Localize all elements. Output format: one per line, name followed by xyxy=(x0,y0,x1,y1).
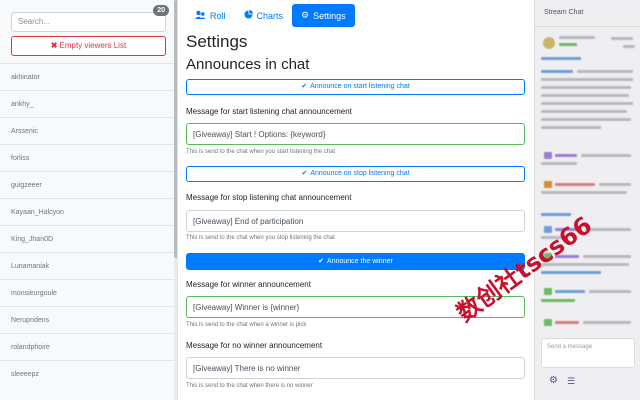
chat-line xyxy=(541,86,631,89)
announce-winner-label: Announce the winner xyxy=(327,258,393,265)
viewer-item[interactable]: King_Jhan0D xyxy=(0,224,177,252)
viewer-item[interactable]: Arssenic xyxy=(0,116,177,144)
nowinner-message-value: [Giveaway] There is no winner xyxy=(193,363,301,373)
stream-chat: Stream Chat Send a message ⚙ ☰ xyxy=(534,0,640,400)
chat-line xyxy=(555,321,579,324)
chat-title: Stream Chat xyxy=(544,9,584,16)
chat-badge xyxy=(544,288,552,295)
settings-panel: Roll Charts ⚙ Settings Settings Announce… xyxy=(178,0,534,400)
tab-settings-label: Settings xyxy=(313,10,346,21)
nowinner-message-input[interactable]: [Giveaway] There is no winner xyxy=(186,357,525,379)
viewer-item[interactable]: akhinator xyxy=(0,62,177,90)
viewer-item[interactable]: Kayaan_Halcyon xyxy=(0,197,177,225)
chat-line xyxy=(541,299,575,302)
announce-start-button[interactable]: ✔ Announce on start listening chat xyxy=(186,79,525,95)
stop-message-label: Message for stop listening chat announce… xyxy=(186,193,352,202)
chat-line xyxy=(541,191,627,194)
viewer-item[interactable]: forliss xyxy=(0,143,177,171)
chat-line xyxy=(599,183,631,186)
viewer-item[interactable]: ankhy_ xyxy=(0,89,177,117)
tab-charts-label: Charts xyxy=(256,10,284,21)
chat-badge xyxy=(544,181,552,188)
chat-line xyxy=(555,290,585,293)
chat-line xyxy=(541,94,629,97)
nowinner-message-label: Message for no winner announcement xyxy=(186,341,323,350)
page-title: Settings xyxy=(186,32,248,51)
announce-stop-label: Announce on stop listening chat xyxy=(310,170,410,177)
stop-message-help: This is send to the chat when you stop l… xyxy=(186,235,335,241)
viewer-item[interactable]: sleeeepz xyxy=(0,359,177,387)
chat-line xyxy=(541,118,631,121)
winner-message-value: [Giveaway] Winner is {winner} xyxy=(193,302,300,312)
pie-chart-icon xyxy=(243,10,253,21)
chat-line xyxy=(559,36,595,39)
viewer-item[interactable]: monsieurgoule xyxy=(0,278,177,306)
chat-badge xyxy=(544,152,552,159)
chat-line xyxy=(589,290,631,293)
chat-avatar xyxy=(543,37,555,49)
check-icon: ✔ xyxy=(318,258,325,265)
chat-line xyxy=(555,183,595,186)
chat-feed[interactable] xyxy=(535,27,640,332)
chat-line xyxy=(583,321,631,324)
viewer-list: akhinator ankhy_ Arssenic forliss guigze… xyxy=(0,62,177,387)
chat-line xyxy=(541,110,627,113)
close-icon: ✖ xyxy=(50,40,58,50)
chat-line xyxy=(611,37,633,40)
tab-roll[interactable]: Roll xyxy=(186,4,235,27)
check-icon: ✔ xyxy=(301,170,308,177)
start-message-label: Message for start listening chat announc… xyxy=(186,107,352,116)
chat-line xyxy=(577,70,633,73)
chat-badge xyxy=(544,319,552,326)
search-wrap: 20 xyxy=(11,5,169,32)
section-title: Announces in chat xyxy=(186,56,310,73)
chat-line xyxy=(623,45,635,48)
chat-line xyxy=(583,255,631,258)
empty-viewers-label: Empty viewers List xyxy=(59,40,127,50)
tab-charts[interactable]: Charts xyxy=(235,4,293,27)
chat-line xyxy=(541,126,601,129)
chat-line xyxy=(541,78,633,81)
search-input[interactable] xyxy=(11,11,166,32)
start-message-input[interactable]: [Giveaway] Start ! Options: {keyword} xyxy=(186,123,525,145)
chat-line xyxy=(541,70,573,73)
chat-line xyxy=(541,57,581,60)
viewers-sidebar: 20 ✖Empty viewers List akhinator ankhy_ … xyxy=(0,0,178,400)
viewer-item[interactable]: guigzeeer xyxy=(0,170,177,198)
announce-winner-button[interactable]: ✔ Announce the winner xyxy=(186,253,525,270)
announce-start-label: Announce on start listening chat xyxy=(310,83,410,90)
viewer-item[interactable]: Nerupridens xyxy=(0,305,177,333)
start-message-help: This is send to the chat when you start … xyxy=(186,149,336,155)
viewer-item[interactable]: rolandphoire xyxy=(0,332,177,360)
empty-viewers-button[interactable]: ✖ Empty viewers List xyxy=(11,35,166,56)
tab-settings[interactable]: ⚙ Settings xyxy=(292,4,355,27)
gear-icon: ⚙ xyxy=(301,10,310,20)
stop-message-input[interactable]: [Giveaway] End of participation xyxy=(186,210,525,232)
chat-line xyxy=(541,102,633,105)
chat-viewer-list-icon[interactable]: ☰ xyxy=(567,376,577,386)
chat-settings-icon[interactable]: ⚙ xyxy=(549,376,559,386)
chat-message-input[interactable]: Send a message xyxy=(541,338,635,368)
tab-roll-label: Roll xyxy=(210,10,226,21)
chat-line xyxy=(555,154,577,157)
stop-message-value: [Giveaway] End of participation xyxy=(193,216,304,226)
chat-line xyxy=(541,162,577,165)
viewer-item[interactable]: Lunamaniak xyxy=(0,251,177,279)
check-icon: ✔ xyxy=(301,83,308,90)
start-message-value: [Giveaway] Start ! Options: {keyword} xyxy=(193,129,326,139)
viewer-count-badge: 20 xyxy=(153,5,169,16)
chat-line xyxy=(559,43,577,46)
announce-stop-button[interactable]: ✔ Announce on stop listening chat xyxy=(186,166,525,182)
top-nav: Roll Charts ⚙ Settings xyxy=(186,4,355,27)
chat-line xyxy=(581,154,631,157)
nowinner-message-help: This is send to the chat when there is n… xyxy=(186,383,313,389)
users-icon xyxy=(195,10,206,21)
